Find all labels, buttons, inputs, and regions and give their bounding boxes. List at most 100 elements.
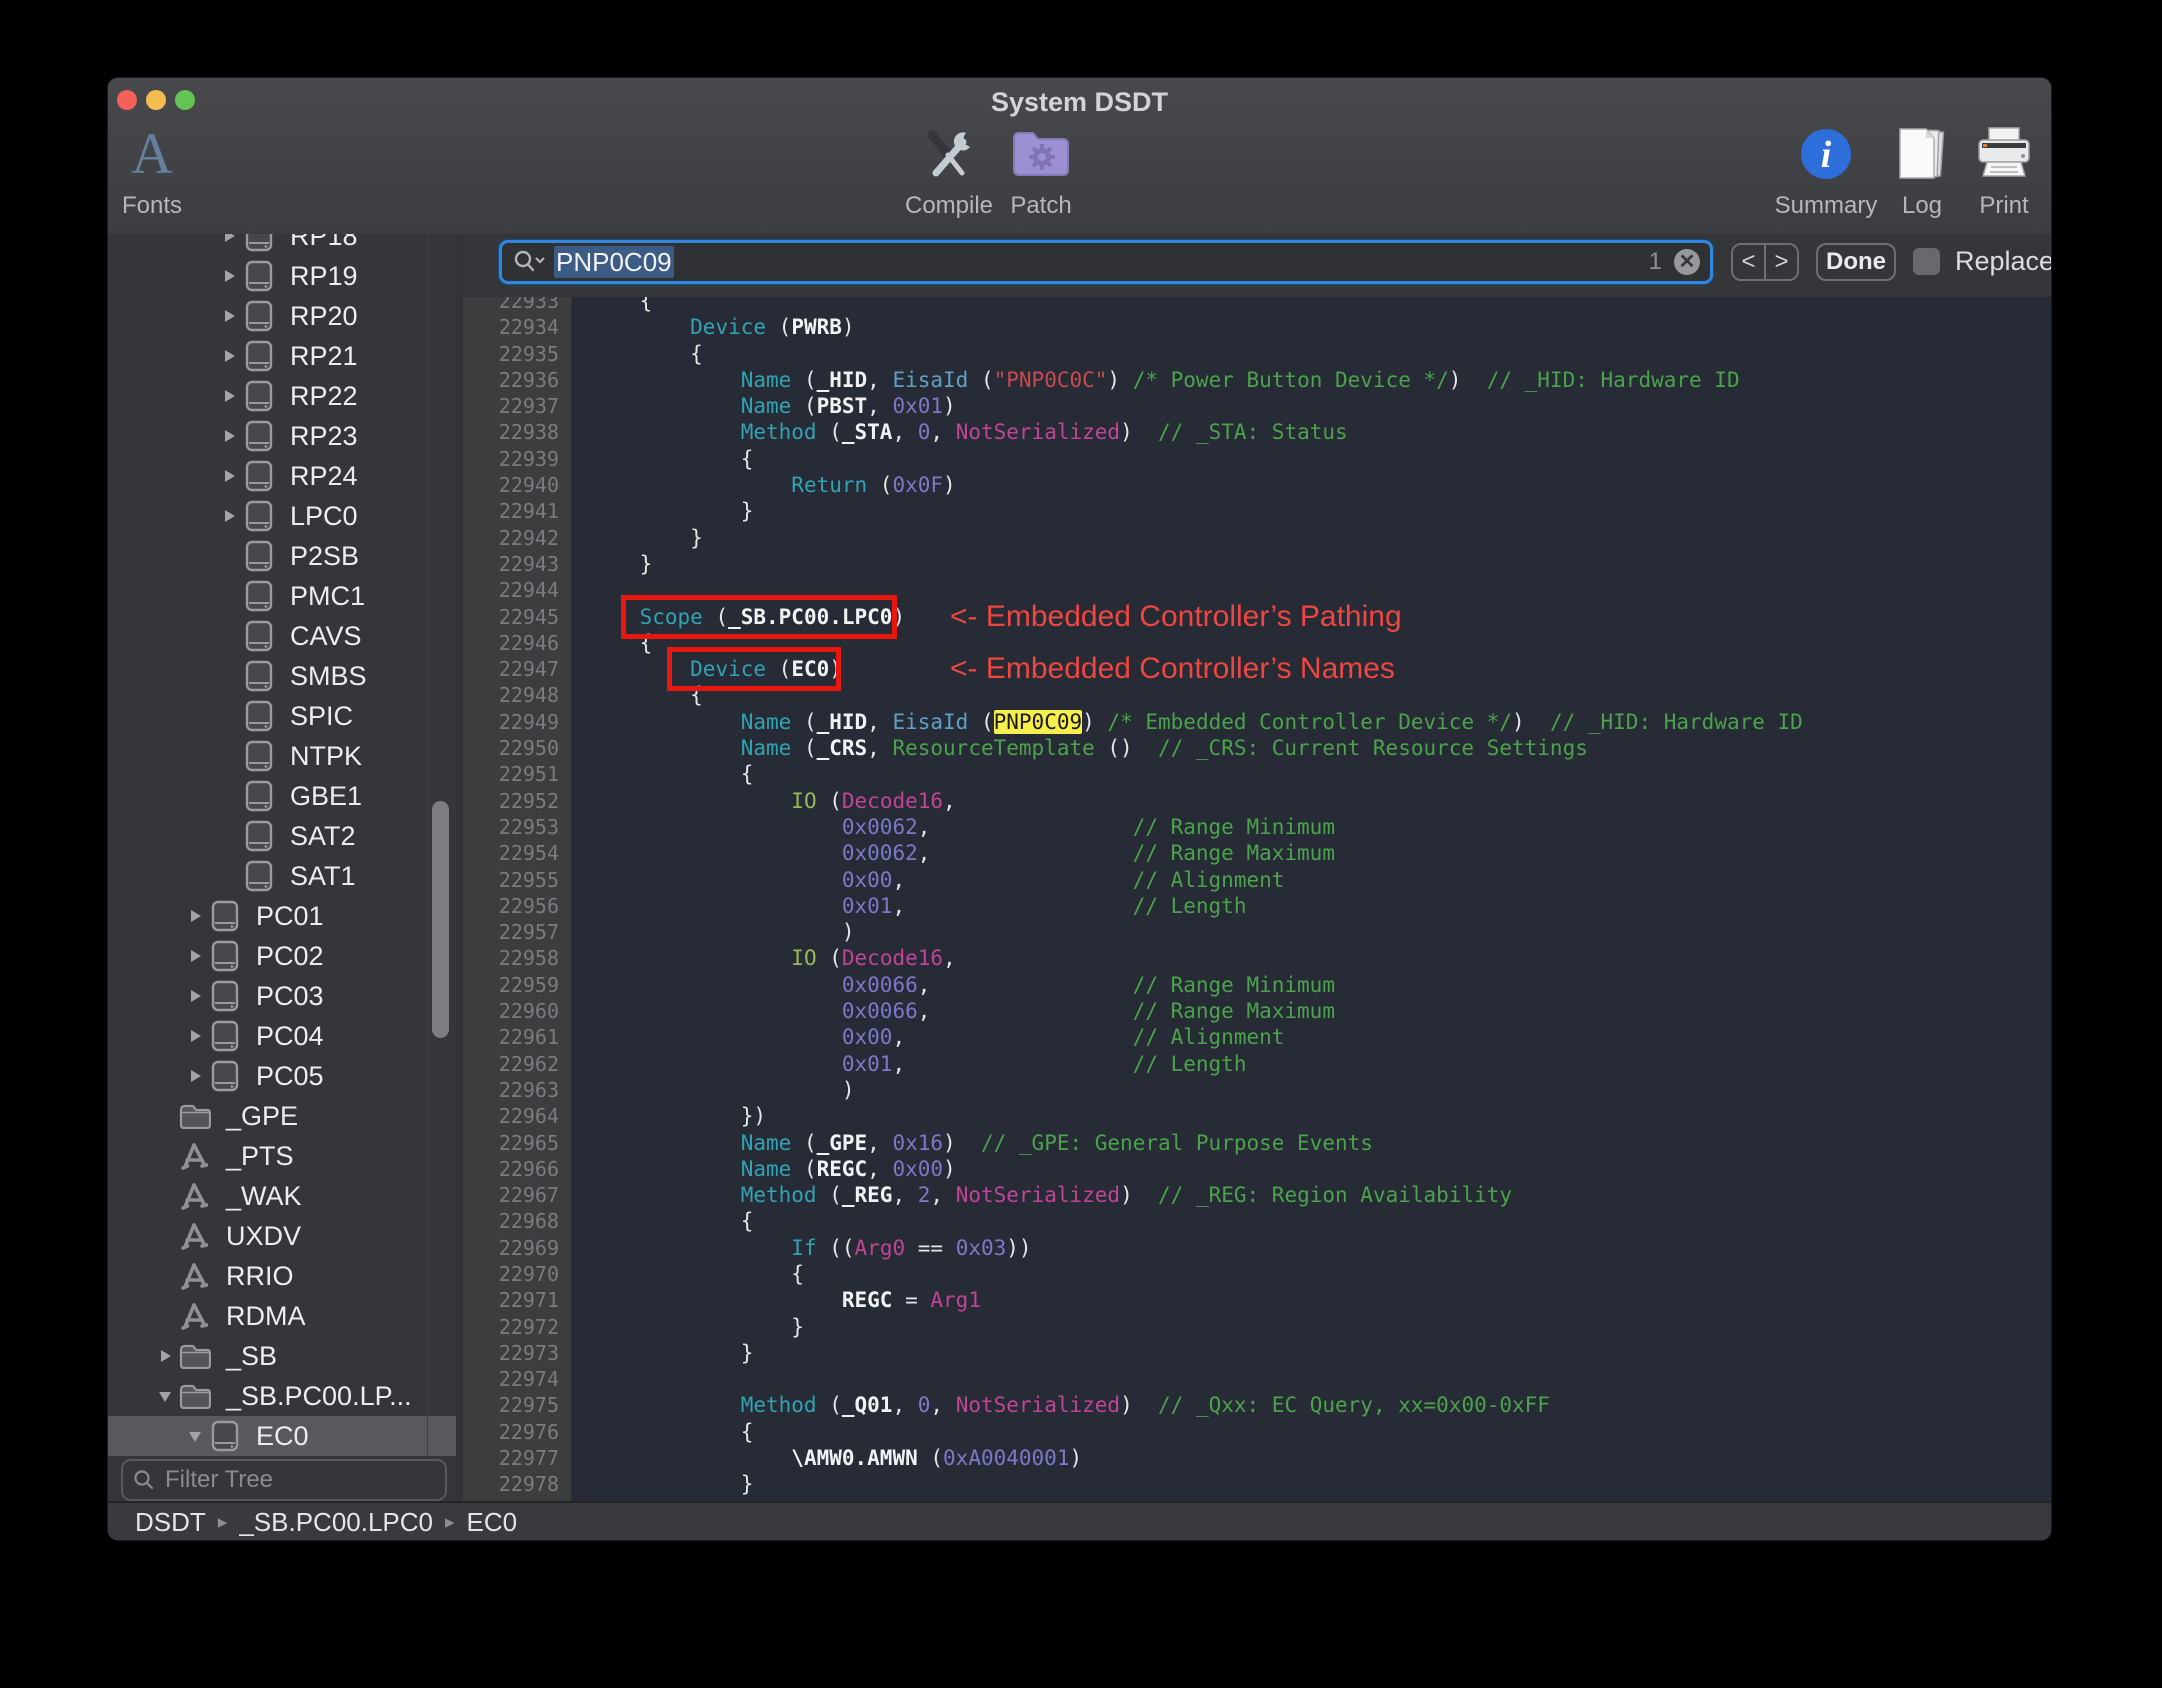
code-line: 22953 0x0062, // Range Minimum xyxy=(463,813,2051,841)
code-text: { xyxy=(589,341,703,366)
window-title: System DSDT xyxy=(990,87,1169,117)
disclosure-collapsed-icon[interactable] xyxy=(182,1068,208,1084)
breadcrumb-item-_SB-PC00-LPC0[interactable]: _SB.PC00.LPC0 xyxy=(239,1507,433,1538)
line-number: 22956 xyxy=(463,892,572,920)
tree-item-_SB[interactable]: _SB xyxy=(108,1336,463,1376)
tree-item-label: PC02 xyxy=(256,940,324,971)
tree-item-RP18[interactable]: RP18 xyxy=(108,234,463,256)
find-next-button[interactable]: > xyxy=(1766,245,1797,279)
breadcrumb-item-EC0[interactable]: EC0 xyxy=(467,1507,518,1538)
disclosure-collapsed-icon[interactable] xyxy=(182,988,208,1004)
code-text: } xyxy=(589,1340,754,1365)
fonts-button[interactable]: A Fonts xyxy=(108,118,212,228)
tree-item-RP23[interactable]: RP23 xyxy=(108,416,463,456)
tree-item-RRIO[interactable]: RRIO xyxy=(108,1256,463,1296)
tree-item-label: _SB.PC00.LP... xyxy=(226,1380,412,1411)
search-menu-icon[interactable] xyxy=(512,249,546,275)
tree-item-_PTS[interactable]: _PTS xyxy=(108,1136,463,1176)
search-input[interactable]: PNP0C09 1 ✕ xyxy=(499,240,1713,284)
patch-button-label: Patch xyxy=(1010,192,1072,219)
device-icon xyxy=(242,620,276,652)
tree-item-SAT1[interactable]: SAT1 xyxy=(108,856,463,896)
code-line: 22972 } xyxy=(463,1313,2051,1340)
disclosure-collapsed-icon[interactable] xyxy=(216,388,242,404)
patch-button[interactable]: Patch xyxy=(981,118,1101,228)
tree-item-_SB-PC00-LP-[interactable]: _SB.PC00.LP... xyxy=(108,1376,463,1416)
code-text: Name (_HID, EisaId ("PNP0C0C") /* Power … xyxy=(740,367,1740,392)
disclosure-collapsed-icon[interactable] xyxy=(182,1028,208,1044)
tree-item-PC05[interactable]: PC05 xyxy=(108,1056,463,1096)
code-text: \AMW0.AMWN (0xA0040001) xyxy=(791,1446,1083,1471)
device-icon xyxy=(208,940,242,972)
line-number: 22954 xyxy=(463,840,572,867)
tree-item-EC0[interactable]: EC0 xyxy=(108,1416,463,1456)
tree-item-label: GBE1 xyxy=(290,780,363,811)
disclosure-expanded-icon[interactable] xyxy=(152,1389,178,1404)
code-text: ) xyxy=(589,1077,855,1102)
device-icon xyxy=(242,660,276,692)
find-previous-button[interactable]: < xyxy=(1733,245,1766,279)
breadcrumb-item-DSDT[interactable]: DSDT xyxy=(135,1507,206,1538)
line-number: 22975 xyxy=(463,1392,572,1419)
disclosure-collapsed-icon[interactable] xyxy=(216,468,242,484)
replace-checkbox[interactable] xyxy=(1913,248,1940,275)
line-number: 22940 xyxy=(463,472,572,499)
names-annotation-note: <- Embedded Controller’s Names xyxy=(950,652,1395,685)
tree-item-NTPK[interactable]: NTPK xyxy=(108,736,463,776)
disclosure-collapsed-icon[interactable] xyxy=(182,948,208,964)
code-editor[interactable]: 22933 {22934 Device (PWRB) 22935 {22936 N… xyxy=(463,297,2051,1501)
code-line: 22956 0x01, // Length xyxy=(463,892,2051,920)
code-text: { xyxy=(589,762,754,787)
disclosure-collapsed-icon[interactable] xyxy=(216,234,242,244)
disclosure-collapsed-icon[interactable] xyxy=(216,308,242,324)
tree-item-PC03[interactable]: PC03 xyxy=(108,976,463,1016)
code-line: 22959 0x0066, // Range Minimum xyxy=(463,971,2051,999)
code-line: 22966 Name (REGC, 0x00) xyxy=(463,1155,2051,1183)
tree-item-RP22[interactable]: RP22 xyxy=(108,376,463,416)
tree-item-UXDV[interactable]: UXDV xyxy=(108,1216,463,1256)
filter-tree-input[interactable] xyxy=(163,1465,417,1495)
line-number: 22970 xyxy=(463,1260,572,1288)
tree-item-CAVS[interactable]: CAVS xyxy=(108,616,463,656)
tree-item-SPIC[interactable]: SPIC xyxy=(108,696,463,736)
code-line: 22976 { xyxy=(463,1418,2051,1446)
code-line: 22937 Name (PBST, 0x01) xyxy=(463,393,2051,420)
line-number: 22958 xyxy=(463,945,572,972)
tree-item-SAT2[interactable]: SAT2 xyxy=(108,816,463,856)
tree-item-GBE1[interactable]: GBE1 xyxy=(108,776,463,816)
disclosure-collapsed-icon[interactable] xyxy=(216,348,242,364)
device-icon xyxy=(242,300,276,332)
tree-item-RP21[interactable]: RP21 xyxy=(108,336,463,376)
tree-item-RP24[interactable]: RP24 xyxy=(108,456,463,496)
filter-tree-field[interactable] xyxy=(121,1459,447,1501)
code-text: }) xyxy=(589,1104,767,1129)
disclosure-collapsed-icon[interactable] xyxy=(216,268,242,284)
code-text: Name (_HID, EisaId (PNP0C09) /* Embedded… xyxy=(740,709,1803,734)
disclosure-collapsed-icon[interactable] xyxy=(182,908,208,924)
disclosure-expanded-icon[interactable] xyxy=(182,1429,208,1444)
tree-item-SMBS[interactable]: SMBS xyxy=(108,656,463,696)
code-line: 22957 ) xyxy=(463,919,2051,946)
tree-item-PC01[interactable]: PC01 xyxy=(108,896,463,936)
tree-item-label: RP22 xyxy=(290,380,358,411)
tree-item-RDMA[interactable]: RDMA xyxy=(108,1296,463,1336)
tree-item-RP20[interactable]: RP20 xyxy=(108,296,463,336)
done-button[interactable]: Done xyxy=(1816,243,1896,281)
tree-item-P2SB[interactable]: P2SB xyxy=(108,536,463,576)
print-button[interactable]: Print xyxy=(1944,118,2051,228)
tree-item-RP19[interactable]: RP19 xyxy=(108,256,463,296)
device-annotation-box xyxy=(667,647,841,691)
sidebar-scrollbar-thumb[interactable] xyxy=(432,801,449,1038)
search-icon xyxy=(134,1470,154,1490)
clear-search-icon[interactable]: ✕ xyxy=(1674,249,1700,275)
tree-item-PMC1[interactable]: PMC1 xyxy=(108,576,463,616)
tree-item-LPC0[interactable]: LPC0 xyxy=(108,496,463,536)
disclosure-collapsed-icon[interactable] xyxy=(216,428,242,444)
disclosure-collapsed-icon[interactable] xyxy=(152,1348,178,1364)
tree-item-label: RP18 xyxy=(290,234,358,251)
tree-item-_GPE[interactable]: _GPE xyxy=(108,1096,463,1136)
tree-item-PC04[interactable]: PC04 xyxy=(108,1016,463,1056)
disclosure-collapsed-icon[interactable] xyxy=(216,508,242,524)
tree-item-_WAK[interactable]: _WAK xyxy=(108,1176,463,1216)
tree-item-PC02[interactable]: PC02 xyxy=(108,936,463,976)
